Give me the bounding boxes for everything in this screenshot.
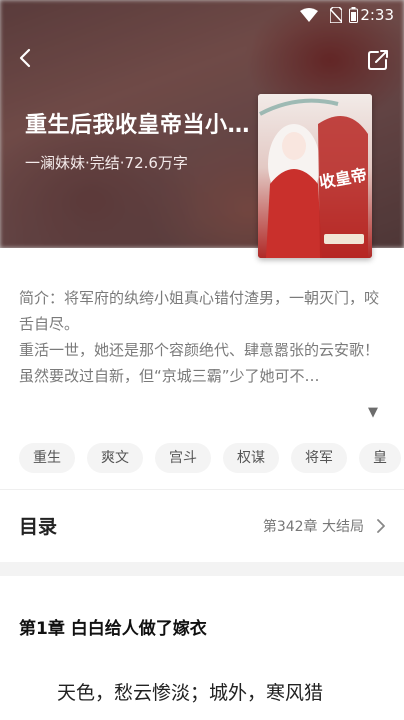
synopsis-line: 虽然要改过自新，但“京城三霸”少了她可不… (19, 367, 320, 385)
tag-chip[interactable]: 爽文 (87, 443, 143, 473)
no-sim-icon (330, 7, 342, 23)
tag-chip[interactable]: 皇 (359, 443, 401, 473)
book-meta: 一澜妹妹·完结·72.6万字 (25, 154, 188, 172)
latest-chapter: 第342章 大结局 (262, 519, 364, 535)
toc-title: 目录 (19, 516, 58, 538)
chapter-title: 第1章 白白给人做了嫁衣 (19, 619, 207, 639)
synopsis-line: 重活一世，她还是那个容颜绝代、肆意嚣张的云安歌！ (19, 341, 380, 359)
chapter-text: 天色，愁云惨淡；城外，寒风猎 (57, 682, 324, 704)
status-time: 2:33 (360, 6, 394, 24)
tag-chip[interactable]: 权谋 (223, 443, 279, 473)
tag-chip[interactable]: 重生 (19, 443, 75, 473)
battery-icon (349, 7, 358, 23)
wifi-icon (300, 8, 318, 22)
book-synopsis[interactable]: 简介：将军府的纨绔小姐真心错付渣男，一朝灭门，咬舌自尽。 重活一世，她还是那个容… (19, 285, 387, 389)
status-bar: 2:33 (0, 0, 404, 30)
book-title: 重生后我收皇帝当小… (25, 113, 251, 138)
synopsis-line: 简介：将军府的纨绔小姐真心错付渣男，一朝灭门，咬舌自尽。 (19, 289, 380, 333)
share-icon[interactable] (366, 48, 390, 72)
back-arrow-icon[interactable] (14, 46, 38, 70)
chevron-right-icon (377, 519, 385, 533)
book-cover[interactable]: 收皇帝 (258, 94, 372, 258)
tag-chip[interactable]: 宫斗 (155, 443, 211, 473)
cover-artwork: 收皇帝 (258, 94, 372, 258)
table-of-contents-row[interactable]: 目录 第342章 大结局 (0, 500, 404, 552)
tag-chip[interactable]: 将军 (291, 443, 347, 473)
tag-list: 重生 爽文 宫斗 权谋 将军皇 (19, 443, 404, 473)
divider (0, 489, 404, 490)
expand-synopsis-icon[interactable]: ▼ (368, 405, 378, 420)
section-divider (0, 562, 404, 576)
